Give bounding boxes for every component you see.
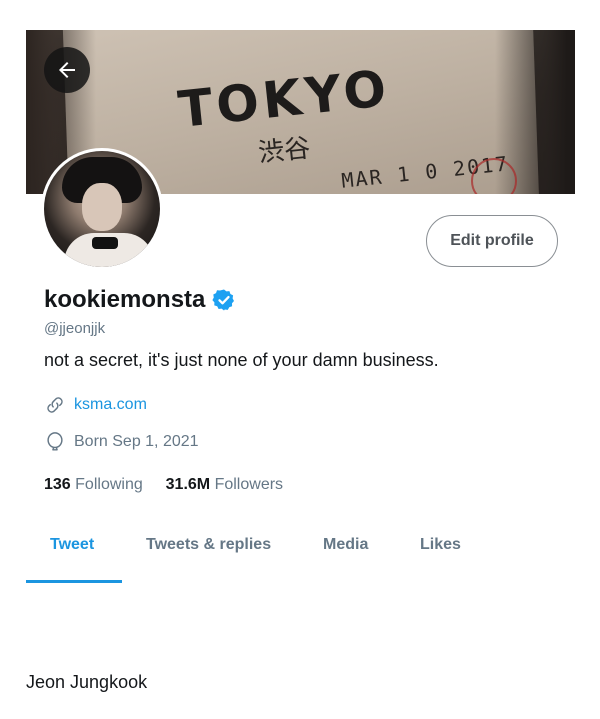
birthday-text: Born Sep 1, 2021 <box>74 433 199 450</box>
following-link[interactable]: 136 Following <box>44 476 147 493</box>
link-icon <box>47 397 63 413</box>
balloon-icon <box>47 432 63 451</box>
avatar-photo <box>44 151 160 267</box>
tab-likes[interactable]: Likes <box>420 536 461 554</box>
followers-label: Followers <box>214 476 284 493</box>
edit-profile-button[interactable]: Edit profile <box>426 215 558 267</box>
avatar-bowtie <box>92 237 118 249</box>
following-label: Following <box>75 476 143 493</box>
profile-tabs: Tweet Tweets & replies Media Likes <box>26 532 575 584</box>
followers-link[interactable]: 31.6M Followers <box>166 476 283 493</box>
active-tab-indicator <box>26 580 122 583</box>
avatar[interactable] <box>41 148 163 270</box>
tab-media[interactable]: Media <box>323 536 368 554</box>
tab-tweet[interactable]: Tweet <box>50 536 94 554</box>
birthday-row: Born Sep 1, 2021 <box>44 431 199 453</box>
user-bio: not a secret, it's just none of your dam… <box>44 350 439 370</box>
website-row[interactable]: ksma.com <box>44 394 147 416</box>
banner-stamp-japanese: 渋谷 <box>256 132 312 168</box>
verified-badge-icon <box>212 289 235 311</box>
name-row: kookiemonsta <box>44 286 236 314</box>
avatar-face <box>82 183 122 231</box>
tab-tweets-replies[interactable]: Tweets & replies <box>146 536 271 554</box>
user-handle: @jjeonjjk <box>44 320 106 337</box>
website-link[interactable]: ksma.com <box>74 396 147 414</box>
follow-stats: 136 Following 31.6M Followers <box>44 476 283 494</box>
arrow-left-icon <box>59 62 75 78</box>
back-button[interactable] <box>44 47 90 93</box>
display-name: kookiemonsta <box>44 286 206 313</box>
following-count: 136 <box>44 476 71 493</box>
caption-text: Jeon Jungkook <box>26 672 148 692</box>
followers-count: 31.6M <box>165 476 211 493</box>
